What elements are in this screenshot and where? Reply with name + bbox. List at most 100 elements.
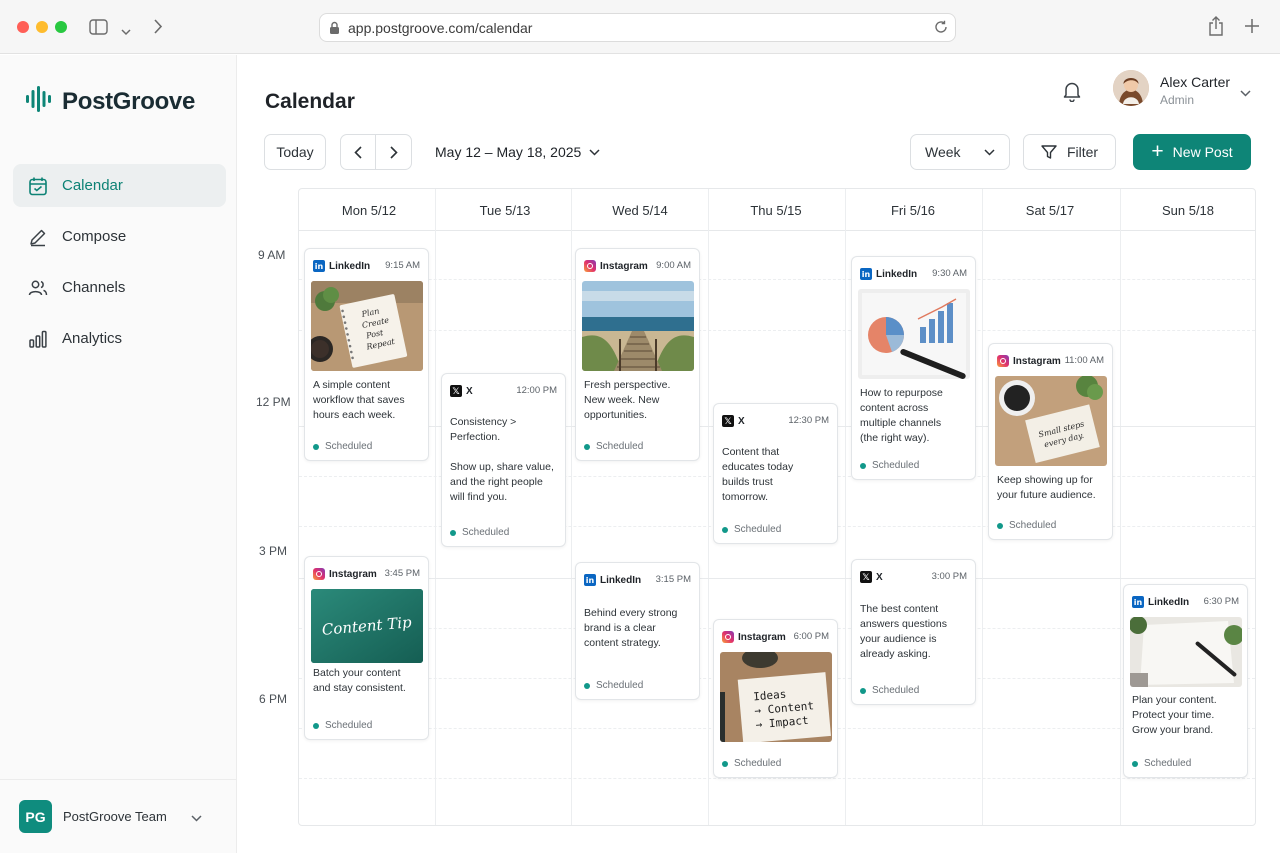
post-time: 9:15 AM bbox=[385, 260, 420, 271]
share-icon[interactable] bbox=[1208, 16, 1224, 41]
forward-icon[interactable] bbox=[154, 19, 163, 39]
filter-icon bbox=[1041, 145, 1057, 159]
status-label: Scheduled bbox=[872, 460, 920, 471]
post-card[interactable]: in LinkedIn 3:15 PM Behind every strong br… bbox=[575, 562, 700, 700]
view-select[interactable]: Week bbox=[910, 134, 1010, 170]
sidebar-item-channels[interactable]: Channels bbox=[13, 266, 226, 309]
maximize-window-button[interactable] bbox=[55, 21, 67, 33]
calendar-header: Mon 5/12 Tue 5/13 Wed 5/14 Thu 5/15 Fri … bbox=[299, 189, 1255, 231]
post-time: 3:00 PM bbox=[931, 571, 967, 582]
status-badge: Scheduled bbox=[584, 680, 643, 691]
avatar[interactable] bbox=[1113, 70, 1149, 106]
status-badge: Scheduled bbox=[997, 520, 1056, 531]
status-dot bbox=[722, 760, 728, 767]
chevron-down-icon[interactable] bbox=[1240, 84, 1251, 102]
team-avatar: PG bbox=[19, 800, 52, 833]
post-card[interactable]: in LinkedIn 6:30 PM Plan your content. Pro… bbox=[1123, 584, 1248, 778]
post-card[interactable]: 𝕏 X 12:30 PM Content that educates today b… bbox=[713, 403, 838, 544]
sidebar-item-compose[interactable]: Compose bbox=[13, 215, 226, 258]
team-name: PostGroove Team bbox=[63, 809, 167, 824]
post-card[interactable]: 𝕏 X 3:00 PM The best content answers quest… bbox=[851, 559, 976, 705]
team-switcher[interactable]: PG PostGroove Team bbox=[0, 779, 237, 853]
status-dot bbox=[313, 722, 319, 729]
post-network: LinkedIn bbox=[329, 260, 371, 272]
sidebar-item-label: Channels bbox=[62, 279, 126, 296]
status-badge: Scheduled bbox=[584, 441, 643, 452]
post-text: Content that educates today builds trust… bbox=[722, 446, 794, 503]
x-icon: 𝕏 bbox=[722, 415, 734, 427]
sidebar-item-label: Compose bbox=[62, 228, 127, 245]
new-post-button[interactable]: + New Post bbox=[1133, 134, 1251, 170]
column-divider bbox=[708, 189, 709, 825]
calendar-icon bbox=[29, 177, 47, 195]
status-badge: Scheduled bbox=[313, 720, 372, 731]
post-card[interactable]: Instagram 3:45 PM Content Tip Batch your … bbox=[304, 556, 429, 740]
post-card[interactable]: Instagram 11:00 AM Small steps every day.… bbox=[988, 343, 1113, 540]
next-week-button[interactable] bbox=[375, 134, 412, 170]
grid-line bbox=[299, 330, 1255, 331]
post-text: Keep showing up for your future audience… bbox=[997, 474, 1096, 501]
new-tab-icon[interactable] bbox=[1244, 18, 1260, 39]
filter-button[interactable]: Filter bbox=[1023, 134, 1116, 170]
address-bar[interactable]: app.postgroove.com/calendar bbox=[319, 13, 956, 42]
view-select-value: Week bbox=[925, 144, 961, 160]
close-window-button[interactable] bbox=[17, 21, 29, 33]
status-label: Scheduled bbox=[462, 527, 510, 538]
post-card[interactable]: 𝕏 X 12:00 PM Consistency > Perfection. Sho… bbox=[441, 373, 566, 547]
previous-week-button[interactable] bbox=[340, 134, 376, 170]
post-image: Ideas → Content → Impact bbox=[720, 652, 832, 742]
status-dot bbox=[584, 443, 590, 450]
filter-label: Filter bbox=[1066, 144, 1099, 160]
chevron-down-icon[interactable] bbox=[121, 23, 131, 41]
sidebar-item-calendar[interactable]: Calendar bbox=[13, 164, 226, 207]
day-header: Mon 5/12 bbox=[341, 203, 397, 218]
status-badge: Scheduled bbox=[722, 524, 781, 535]
sidebar-toggle-icon[interactable] bbox=[89, 19, 108, 40]
bell-icon[interactable] bbox=[1062, 80, 1082, 107]
sidebar-item-analytics[interactable]: Analytics bbox=[13, 317, 226, 360]
instagram-icon bbox=[722, 631, 734, 643]
sidebar-item-label: Calendar bbox=[62, 177, 123, 194]
post-network: LinkedIn bbox=[1148, 596, 1190, 608]
instagram-icon bbox=[997, 355, 1009, 367]
column-divider bbox=[845, 189, 846, 825]
linkedin-icon: in bbox=[313, 260, 325, 272]
post-text: The best content answers questions your … bbox=[860, 603, 947, 660]
status-badge: Scheduled bbox=[1132, 758, 1191, 769]
day-header: Thu 5/15 bbox=[750, 203, 802, 218]
x-icon: 𝕏 bbox=[860, 571, 872, 583]
today-button[interactable]: Today bbox=[264, 134, 326, 170]
user-name[interactable]: Alex Carter bbox=[1160, 74, 1230, 90]
post-image: Plan Create Post Repeat bbox=[311, 281, 423, 371]
post-card[interactable]: in LinkedIn 9:30 AM How to repurpose conte… bbox=[851, 256, 976, 480]
app-logo[interactable]: PostGroove bbox=[25, 85, 195, 118]
linkedin-icon: in bbox=[1132, 596, 1144, 608]
post-network: Instagram bbox=[738, 631, 786, 643]
status-dot bbox=[450, 529, 456, 536]
post-card[interactable]: Instagram 9:00 AM Fresh perspective. New … bbox=[575, 248, 700, 461]
status-label: Scheduled bbox=[1144, 758, 1192, 769]
time-label: 12 PM bbox=[256, 395, 291, 409]
chevron-right-icon bbox=[389, 145, 398, 159]
status-dot bbox=[860, 462, 866, 469]
grid-line bbox=[299, 578, 1255, 579]
post-network: LinkedIn bbox=[876, 268, 918, 280]
sound-wave-logo-icon bbox=[25, 85, 53, 118]
status-label: Scheduled bbox=[1009, 520, 1057, 531]
minimize-window-button[interactable] bbox=[36, 21, 48, 33]
day-header: Fri 5/16 bbox=[890, 203, 936, 218]
post-image bbox=[858, 289, 970, 379]
status-badge: Scheduled bbox=[450, 527, 509, 538]
post-card[interactable]: in LinkedIn 9:15 AM Plan Create Post Repea… bbox=[304, 248, 429, 461]
status-dot bbox=[997, 522, 1003, 529]
post-network: Instagram bbox=[329, 568, 377, 580]
status-label: Scheduled bbox=[596, 441, 644, 452]
linkedin-icon: in bbox=[584, 574, 596, 586]
grid-line bbox=[299, 778, 1255, 779]
time-label: 3 PM bbox=[259, 544, 288, 558]
post-network: LinkedIn bbox=[600, 574, 642, 586]
reload-icon[interactable] bbox=[934, 20, 948, 37]
instagram-icon bbox=[584, 260, 596, 272]
date-range-picker[interactable]: May 12 – May 18, 2025 bbox=[435, 144, 600, 160]
post-card[interactable]: Instagram 6:00 PM Ideas → Content → Impac… bbox=[713, 619, 838, 778]
